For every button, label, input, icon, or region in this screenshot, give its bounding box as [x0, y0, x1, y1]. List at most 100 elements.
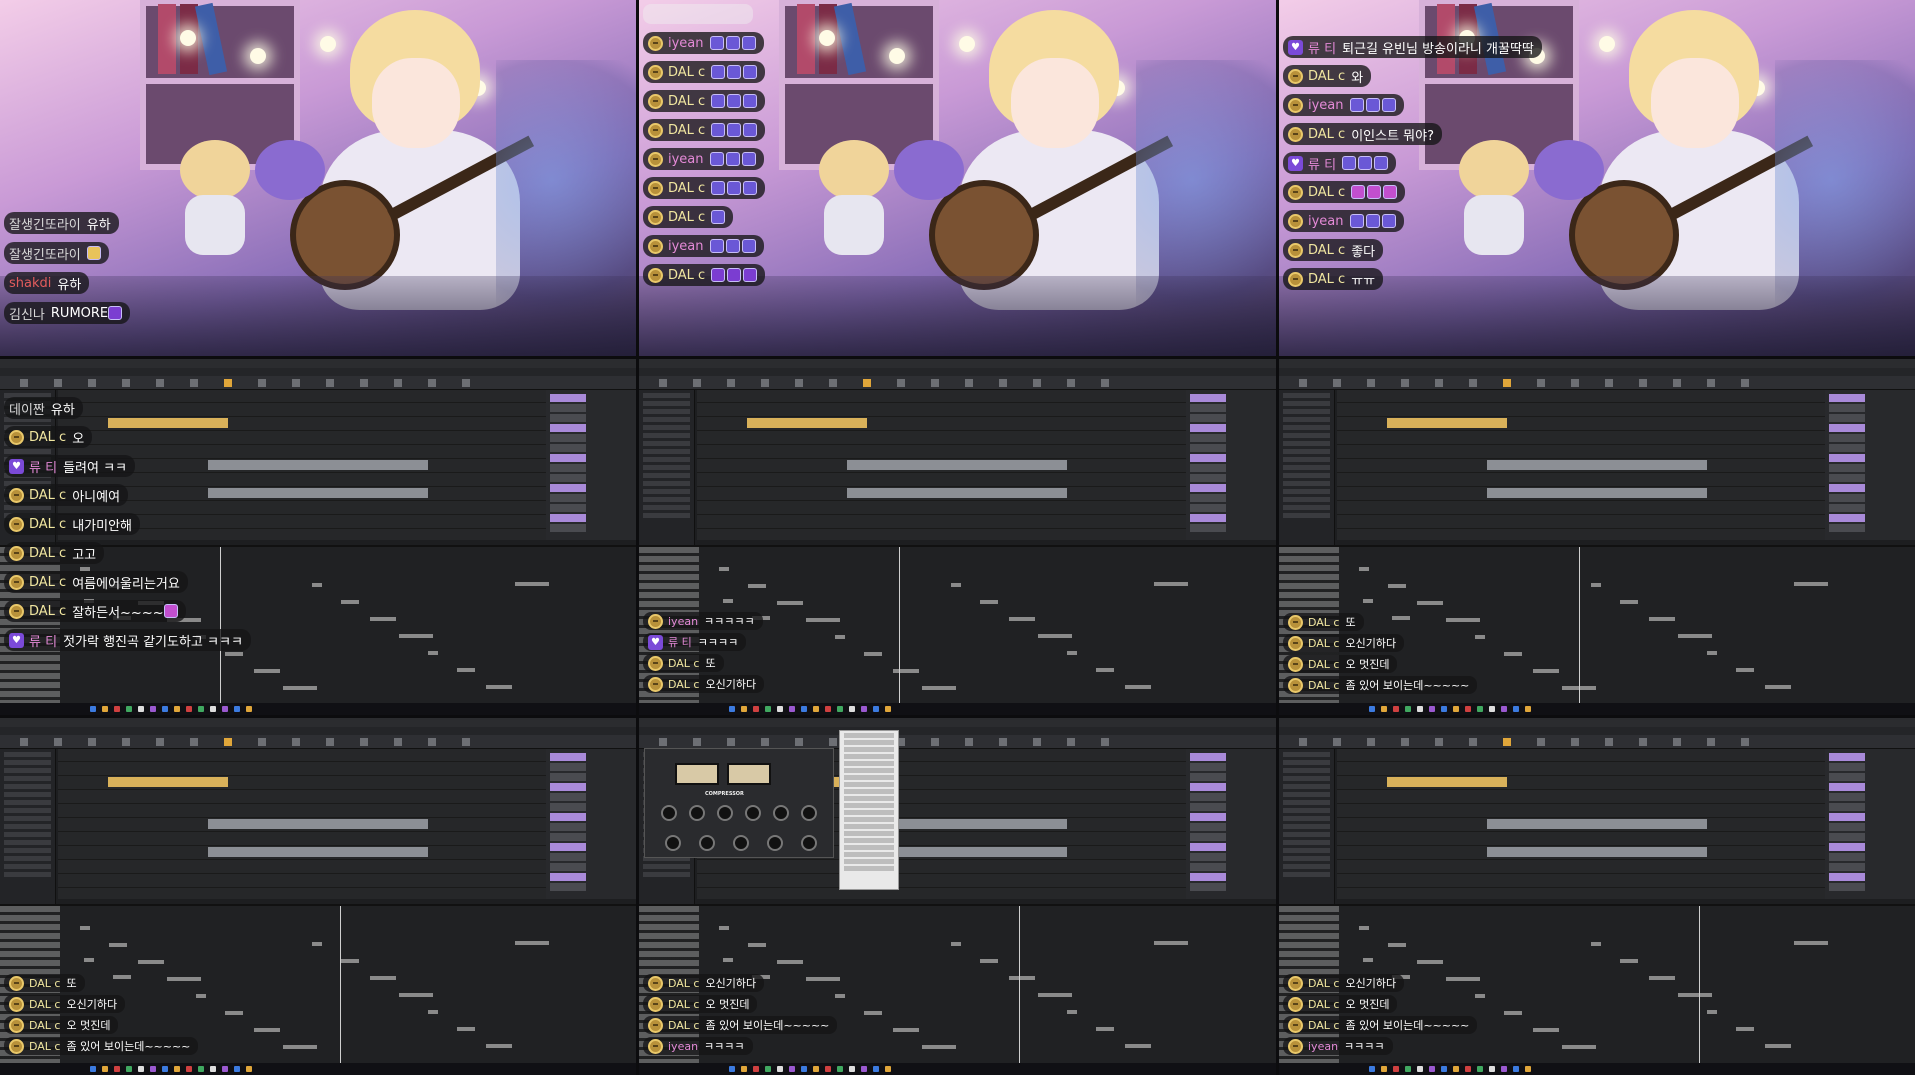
transport-button[interactable] [258, 738, 266, 746]
transport-button[interactable] [1469, 738, 1477, 746]
track-lane[interactable] [697, 502, 1186, 515]
midi-note[interactable] [457, 668, 475, 672]
taskbar-app-icon[interactable] [90, 706, 96, 712]
browser-item[interactable] [1283, 800, 1330, 805]
transport-button[interactable] [1367, 738, 1375, 746]
midi-note[interactable] [428, 651, 438, 655]
mixer-channel[interactable] [1829, 394, 1865, 402]
midi-note[interactable] [1591, 583, 1601, 587]
clip[interactable] [108, 777, 228, 787]
taskbar-app-icon[interactable] [174, 706, 180, 712]
transport-button[interactable] [428, 379, 436, 387]
midi-note[interactable] [486, 1044, 512, 1048]
mixer-channel[interactable] [1190, 474, 1226, 482]
transport-button[interactable] [931, 379, 939, 387]
midi-note[interactable] [1154, 941, 1188, 945]
browser-item[interactable] [1283, 824, 1330, 829]
taskbar-app-icon[interactable] [162, 706, 168, 712]
taskbar-app-icon[interactable] [849, 1066, 855, 1072]
menu-bar[interactable] [1279, 727, 1915, 735]
track-lane[interactable] [1337, 474, 1825, 487]
context-menu-item[interactable] [844, 852, 894, 857]
mixer-channel[interactable] [550, 783, 586, 791]
transport-button[interactable] [122, 379, 130, 387]
mixer-channel[interactable] [1190, 853, 1226, 861]
midi-note[interactable] [1388, 943, 1406, 947]
taskbar-app-icon[interactable] [885, 1066, 891, 1072]
taskbar-app-icon[interactable] [186, 706, 192, 712]
transport-button[interactable] [190, 738, 198, 746]
taskbar-app-icon[interactable] [1489, 1066, 1495, 1072]
transport-button[interactable] [156, 738, 164, 746]
mixer-channel[interactable] [1190, 793, 1226, 801]
mixer-channel[interactable] [1190, 514, 1226, 522]
track-lane[interactable] [1337, 805, 1825, 818]
taskbar-app-icon[interactable] [849, 706, 855, 712]
mixer-channel[interactable] [1190, 464, 1226, 472]
menu-bar[interactable] [0, 727, 636, 735]
mixer-channel[interactable] [1829, 464, 1865, 472]
mixer-channel[interactable] [550, 424, 586, 432]
mixer-channel[interactable] [550, 474, 586, 482]
midi-note[interactable] [1359, 926, 1369, 930]
transport-button[interactable] [931, 738, 939, 746]
taskbar-app-icon[interactable] [1405, 1066, 1411, 1072]
transport-button[interactable] [693, 379, 701, 387]
browser-item[interactable] [1283, 441, 1330, 446]
taskbar-app-icon[interactable] [1465, 706, 1471, 712]
midi-note[interactable] [1649, 617, 1675, 621]
plugin-knob[interactable] [689, 805, 705, 821]
transport-button[interactable] [1299, 379, 1307, 387]
track-lane[interactable] [58, 805, 546, 818]
transport-button[interactable] [1571, 738, 1579, 746]
browser-item[interactable] [1283, 776, 1330, 781]
taskbar-app-icon[interactable] [801, 706, 807, 712]
track-lane[interactable] [697, 516, 1186, 529]
browser-item[interactable] [643, 473, 690, 478]
transport-button[interactable] [462, 379, 470, 387]
clip[interactable] [847, 460, 1067, 470]
transport-button[interactable] [863, 379, 871, 387]
transport-button[interactable] [224, 738, 232, 746]
track-lane[interactable] [1337, 861, 1825, 874]
track-lane[interactable] [1337, 875, 1825, 888]
midi-note[interactable] [1765, 1044, 1791, 1048]
midi-note[interactable] [1533, 1028, 1559, 1032]
transport-button[interactable] [1503, 379, 1511, 387]
track-lane[interactable] [58, 763, 546, 776]
midi-note[interactable] [748, 584, 766, 588]
browser-item[interactable] [1283, 816, 1330, 821]
track-lane[interactable] [697, 875, 1186, 888]
transport-button[interactable] [394, 379, 402, 387]
taskbar-app-icon[interactable] [789, 1066, 795, 1072]
taskbar-app-icon[interactable] [825, 706, 831, 712]
menu-bar[interactable] [1279, 368, 1915, 376]
taskbar-app-icon[interactable] [1393, 706, 1399, 712]
menu-bar[interactable] [639, 727, 1276, 735]
taskbar-app-icon[interactable] [198, 706, 204, 712]
transport-button[interactable] [727, 379, 735, 387]
mixer-channel[interactable] [1829, 823, 1865, 831]
taskbar-app-icon[interactable] [1513, 1066, 1519, 1072]
transport-button[interactable] [1033, 738, 1041, 746]
transport-button[interactable] [20, 738, 28, 746]
transport-button[interactable] [292, 738, 300, 746]
transport-button[interactable] [394, 738, 402, 746]
transport-button[interactable] [829, 379, 837, 387]
taskbar-app-icon[interactable] [729, 706, 735, 712]
clip[interactable] [847, 488, 1067, 498]
transport-button[interactable] [1435, 379, 1443, 387]
track-lane[interactable] [1337, 446, 1825, 459]
mixer-channel[interactable] [1190, 454, 1226, 462]
midi-note[interactable] [254, 1028, 280, 1032]
taskbar-app-icon[interactable] [1513, 706, 1519, 712]
browser-item[interactable] [643, 417, 690, 422]
browser-item[interactable] [1283, 481, 1330, 486]
context-menu-item[interactable] [844, 775, 894, 780]
transport-button[interactable] [360, 738, 368, 746]
taskbar-app-icon[interactable] [138, 706, 144, 712]
mixer-channel[interactable] [1829, 414, 1865, 422]
taskbar-app-icon[interactable] [777, 1066, 783, 1072]
midi-note[interactable] [723, 958, 733, 962]
track-lane[interactable] [1337, 432, 1825, 445]
